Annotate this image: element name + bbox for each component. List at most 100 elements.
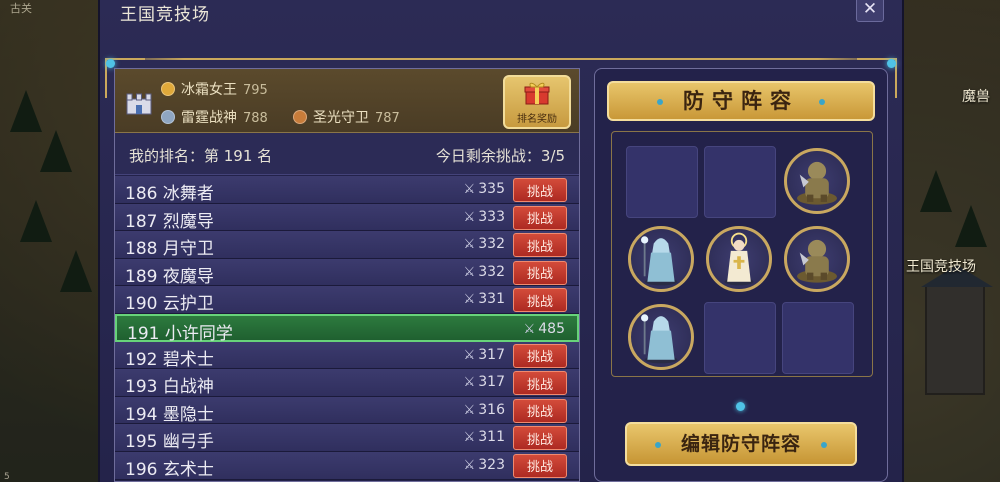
map-label-arena[interactable]: 王国竞技场 — [906, 256, 976, 276]
rank-number: 186 — [125, 184, 158, 204]
formation-slot[interactable] — [626, 302, 698, 374]
challenge-button[interactable]: 挑战 — [513, 288, 567, 313]
rank-row-player: 193 白战神 — [125, 372, 214, 397]
player-power: ⚔ 333 — [462, 209, 505, 225]
rank-list[interactable]: 186 冰舞者 ⚔ 335 挑战 187 烈魔导 ⚔ 333 挑战 188 月守卫 ⚔ 332 挑战 1… — [115, 176, 579, 480]
podium-first: 冰霜女王 795 — [161, 79, 268, 99]
close-button[interactable]: ✕ — [856, 0, 884, 22]
rank-number: 193 — [125, 377, 158, 398]
silver-medal-icon — [161, 110, 175, 124]
rank-reward-label: 排名奖励 — [517, 114, 557, 125]
rank-row[interactable]: 196 玄术士 ⚔ 323 挑战 — [115, 451, 579, 480]
challenge-button[interactable]: 挑战 — [513, 426, 567, 451]
challenge-button[interactable]: 挑战 — [513, 260, 567, 285]
challenge-button[interactable]: 挑战 — [513, 233, 567, 258]
rank-row[interactable]: 188 月守卫 ⚔ 332 挑战 — [115, 231, 579, 259]
power-value: 335 — [478, 181, 505, 197]
rank-row-player: 186 冰舞者 — [125, 179, 214, 204]
mage-hero-portrait[interactable] — [628, 304, 694, 370]
player-power: ⚔ 311 — [462, 429, 505, 445]
empty-formation-slot[interactable] — [782, 302, 854, 374]
rank-number: 189 — [125, 266, 158, 287]
tree-icon — [955, 205, 987, 247]
player-name: 碧术士 — [162, 349, 214, 370]
title-divider — [105, 58, 897, 60]
rank-number: 195 — [125, 432, 158, 453]
mage-hero-portrait[interactable] — [628, 226, 694, 292]
tree-icon — [60, 250, 92, 292]
rank-row-player: 196 玄术士 — [125, 455, 214, 480]
empty-formation-slot[interactable] — [626, 146, 698, 218]
player-power: ⚔ 316 — [462, 402, 505, 418]
top-three-podium: 冰霜女王 795 雷霆战神 788 圣光守卫 787 排名奖励 — [115, 69, 579, 133]
my-rank-row: 191 小许同学 ⚔ 485 — [115, 313, 579, 344]
corner-gem-icon — [887, 59, 896, 68]
power-value: 333 — [478, 208, 505, 225]
power-value: 332 — [478, 263, 505, 280]
formation-slot[interactable] — [626, 224, 698, 296]
rank-row-player: 187 烈魔导 — [125, 207, 214, 232]
button-gem-icon — [655, 442, 661, 448]
power-value: 331 — [478, 291, 505, 308]
challenge-button[interactable]: 挑战 — [513, 453, 567, 478]
banner-gem-icon — [657, 99, 663, 105]
power-value: 317 — [478, 374, 505, 391]
rank-row[interactable]: 190 云护卫 ⚔ 331 挑战 — [115, 286, 579, 314]
rank-row[interactable]: 187 烈魔导 ⚔ 333 挑战 — [115, 203, 579, 232]
challenge-button[interactable]: 挑战 — [513, 343, 567, 368]
edit-defense-label: 编辑防守阵容 — [680, 433, 801, 455]
priest-hero-portrait[interactable] — [706, 226, 772, 292]
player-name: 白战神 — [162, 377, 214, 398]
crossed-swords-icon: ⚔ — [463, 182, 476, 197]
orc-hero-portrait[interactable] — [784, 226, 850, 292]
podium-second-power: 788 — [243, 111, 268, 126]
player-power: ⚔ 485 — [522, 321, 565, 337]
challenge-button[interactable]: 挑战 — [513, 178, 567, 202]
player-power: ⚔ 323 — [462, 457, 505, 473]
challenge-button[interactable]: 挑战 — [513, 205, 567, 230]
podium-third: 圣光守卫 787 — [293, 107, 400, 127]
rank-row-player: 191 小许同学 — [127, 319, 233, 344]
rank-row[interactable]: 192 碧术士 ⚔ 317 挑战 — [115, 341, 579, 370]
player-name: 云护卫 — [162, 294, 214, 315]
defense-formation-grid — [611, 131, 873, 377]
podium-second: 雷霆战神 788 — [161, 107, 268, 127]
power-value: 323 — [478, 456, 505, 473]
rank-number: 196 — [125, 459, 158, 480]
player-name: 夜魔导 — [162, 266, 214, 287]
rank-row-player: 192 碧术士 — [125, 345, 214, 370]
podium-third-name: 圣光守卫 — [313, 110, 369, 126]
rank-number: 188 — [125, 239, 158, 260]
rank-row[interactable]: 195 幽弓手 ⚔ 311 挑战 — [115, 424, 579, 452]
formation-slot[interactable] — [782, 146, 854, 218]
banner-gem-icon — [819, 99, 825, 105]
bottom-left-text: 5 — [4, 472, 10, 482]
rank-number: 192 — [125, 349, 158, 370]
player-power: ⚔ 335 — [462, 181, 505, 197]
my-rank-bar: 我的排名：第 191 名 今日剩余挑战：3/5 — [115, 133, 579, 175]
corner-gem-icon — [106, 59, 115, 68]
podium-first-power: 795 — [243, 83, 268, 98]
empty-formation-slot[interactable] — [704, 146, 776, 218]
orc-hero-portrait[interactable] — [784, 148, 850, 214]
edit-defense-button[interactable]: 编辑防守阵容 — [625, 422, 857, 466]
power-value: 332 — [478, 236, 505, 253]
button-gem-icon — [821, 442, 827, 448]
formation-slot[interactable] — [782, 224, 854, 296]
castle-icon — [126, 93, 152, 115]
challenge-button[interactable]: 挑战 — [513, 398, 567, 423]
rank-row[interactable]: 194 墨隐士 ⚔ 316 挑战 — [115, 396, 579, 425]
challenge-button[interactable]: 挑战 — [513, 371, 567, 396]
rank-reward-button[interactable]: 排名奖励 — [503, 75, 571, 129]
rank-row[interactable]: 193 白战神 ⚔ 317 挑战 — [115, 369, 579, 397]
formation-slot[interactable] — [704, 224, 776, 296]
power-value: 316 — [478, 401, 505, 418]
defense-title: 防守阵容 — [683, 89, 799, 113]
rank-row[interactable]: 186 冰舞者 ⚔ 335 挑战 — [115, 176, 579, 204]
rank-row[interactable]: 189 夜魔导 ⚔ 332 挑战 — [115, 258, 579, 287]
rank-number: 190 — [125, 294, 158, 315]
crossed-swords-icon: ⚔ — [463, 375, 476, 391]
empty-formation-slot[interactable] — [704, 302, 776, 374]
crossed-swords-icon: ⚔ — [463, 430, 476, 446]
crossed-swords-icon: ⚔ — [463, 264, 476, 280]
